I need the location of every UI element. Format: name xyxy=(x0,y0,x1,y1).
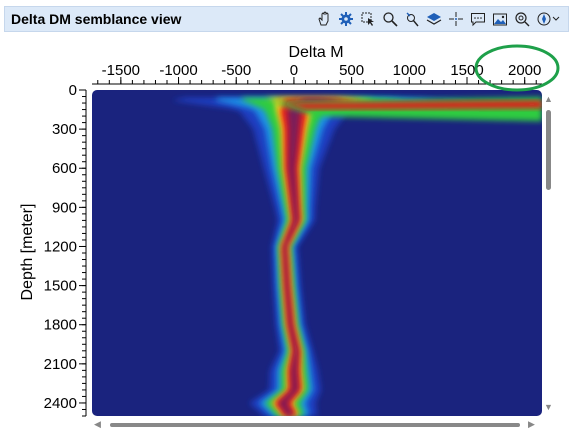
y-tick-label: 1800 xyxy=(44,317,77,334)
y-tick-label: 900 xyxy=(52,199,77,216)
horizontal-scrollbar[interactable]: ◀ ▶ xyxy=(92,419,542,431)
x-tick-label: 2000 xyxy=(508,62,541,79)
scroll-right-arrow-icon[interactable]: ▶ xyxy=(528,419,535,429)
y-axis-label: Depth [meter] xyxy=(19,204,36,301)
vertical-scroll-thumb[interactable] xyxy=(546,110,551,190)
y-tick-label: 600 xyxy=(52,160,77,177)
y-tick-label: 300 xyxy=(52,121,77,138)
semblance-plot[interactable]: -1500 -1000 -500 0 500 1000 1500 2000 0 300 600 900… xyxy=(0,0,575,439)
y-tick-label: 0 xyxy=(69,82,77,99)
x-axis-label: Delta M xyxy=(288,44,343,61)
scroll-down-arrow-icon[interactable]: ▼ xyxy=(544,402,553,412)
x-tick-label: -1000 xyxy=(159,62,197,79)
x-tick-label: 500 xyxy=(339,62,364,79)
x-tick-label: 1000 xyxy=(393,62,426,79)
x-tick-label: -1500 xyxy=(102,62,140,79)
y-tick-label: 2400 xyxy=(44,395,77,412)
y-tick-label: 1500 xyxy=(44,278,77,295)
scroll-up-arrow-icon[interactable]: ▲ xyxy=(544,94,553,104)
x-tick-label: 0 xyxy=(290,62,298,79)
vertical-scrollbar[interactable]: ▲ ▼ xyxy=(542,94,556,414)
scroll-left-arrow-icon[interactable]: ◀ xyxy=(94,419,101,429)
y-tick-label: 2100 xyxy=(44,356,77,373)
x-tick-label: -500 xyxy=(221,62,251,79)
y-tick-label: 1200 xyxy=(44,238,77,255)
horizontal-scroll-thumb[interactable] xyxy=(110,423,520,427)
